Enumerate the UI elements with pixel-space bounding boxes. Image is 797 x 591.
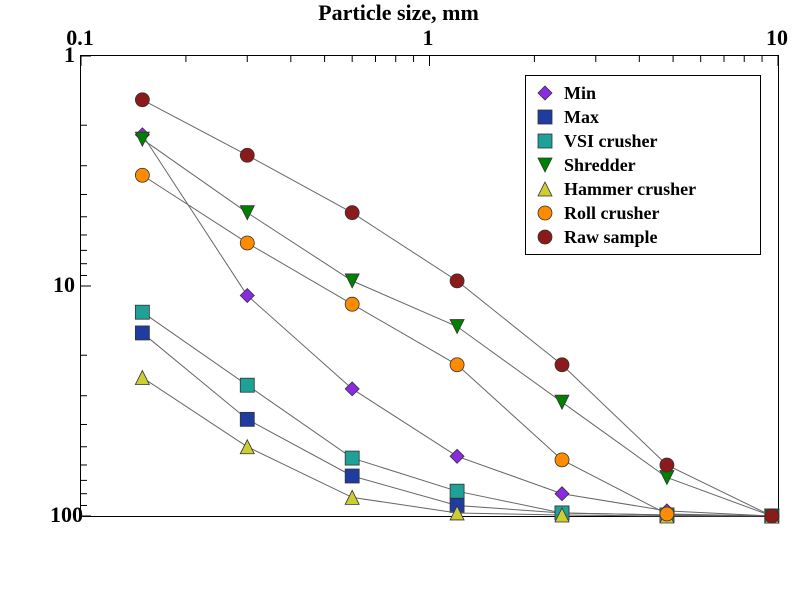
x-tick-2: 10 — [766, 25, 788, 51]
legend-label: Hammer crusher — [564, 179, 696, 200]
legend-item: Max — [534, 105, 752, 129]
x-tick-1: 1 — [423, 25, 434, 51]
legend-label: Shredder — [564, 155, 636, 176]
y-tick-1: 1 — [50, 42, 75, 68]
x-axis-title: Particle size, mm — [0, 0, 797, 26]
legend-item: Shredder — [534, 153, 752, 177]
chart-container: Particle size, mm 0.1 1 10 1 10 100 Min … — [0, 0, 797, 591]
legend-item: Hammer crusher — [534, 177, 752, 201]
legend-label: Max — [564, 107, 599, 128]
legend-item: Roll crusher — [534, 201, 752, 225]
legend-item: Min — [534, 81, 752, 105]
legend: Min Max VSI crusher Shredder Hammer crus… — [525, 75, 761, 255]
legend-label: VSI crusher — [564, 131, 658, 152]
legend-label: Roll crusher — [564, 203, 659, 224]
y-tick-10: 10 — [50, 272, 75, 298]
legend-label: Min — [564, 83, 596, 104]
legend-item: VSI crusher — [534, 129, 752, 153]
legend-label: Raw sample — [564, 227, 658, 248]
legend-item: Raw sample — [534, 225, 752, 249]
y-tick-100: 100 — [50, 502, 75, 528]
